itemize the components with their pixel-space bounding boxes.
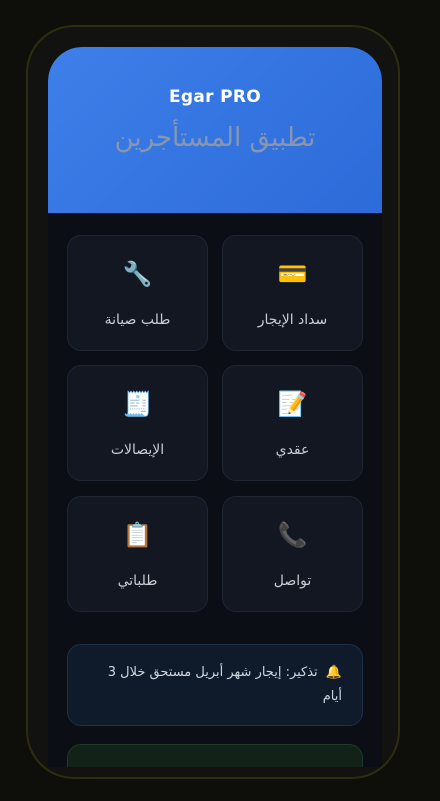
tile-label: سداد الإيجار bbox=[257, 312, 328, 328]
phone-frame: Egar PRO تطبيق المستأجرين 💳 سداد الإيجار… bbox=[26, 25, 400, 779]
reminder-text: تذكير: إيجار شهر أبريل مستحق خلال 3 أيام bbox=[107, 665, 342, 704]
my-contract-tile[interactable]: 📝 عقدي bbox=[222, 365, 363, 481]
app-subtitle: تطبيق المستأجرين bbox=[114, 123, 316, 153]
page: Egar PRO تطبيق المستأجرين 💳 سداد الإيجار… bbox=[0, 0, 440, 801]
contact-tile[interactable]: 📞 تواصل bbox=[222, 496, 363, 612]
receipts-tile[interactable]: 🧾 الإيصالات bbox=[67, 365, 208, 481]
receipt-icon: 🧾 bbox=[122, 390, 153, 418]
tile-label: الإيصالات bbox=[110, 442, 165, 458]
bell-icon: 🔔 bbox=[325, 665, 342, 680]
tile-label: طلب صيانة bbox=[104, 312, 171, 328]
credit-card-icon: 💳 bbox=[277, 260, 308, 288]
phone-icon: 📞 bbox=[277, 521, 308, 549]
rent-reminder-banner[interactable]: 🔔 تذكير: إيجار شهر أبريل مستحق خلال 3 أي… bbox=[67, 644, 363, 726]
pay-rent-tile[interactable]: 💳 سداد الإيجار bbox=[222, 235, 363, 351]
bottom-card[interactable] bbox=[67, 744, 363, 767]
memo-icon: 📝 bbox=[277, 390, 308, 418]
tile-label: طلباتي bbox=[117, 573, 158, 589]
clipboard-icon: 📋 bbox=[122, 521, 153, 549]
tile-label: عقدي bbox=[275, 442, 310, 458]
tile-label: تواصل bbox=[273, 573, 312, 589]
my-requests-tile[interactable]: 📋 طلباتي bbox=[67, 496, 208, 612]
app-screen: Egar PRO تطبيق المستأجرين 💳 سداد الإيجار… bbox=[48, 47, 382, 767]
app-title: Egar PRO bbox=[169, 87, 261, 107]
app-header: Egar PRO تطبيق المستأجرين bbox=[48, 47, 382, 213]
maintenance-request-tile[interactable]: 🔧 طلب صيانة bbox=[67, 235, 208, 351]
wrench-icon: 🔧 bbox=[122, 260, 153, 288]
